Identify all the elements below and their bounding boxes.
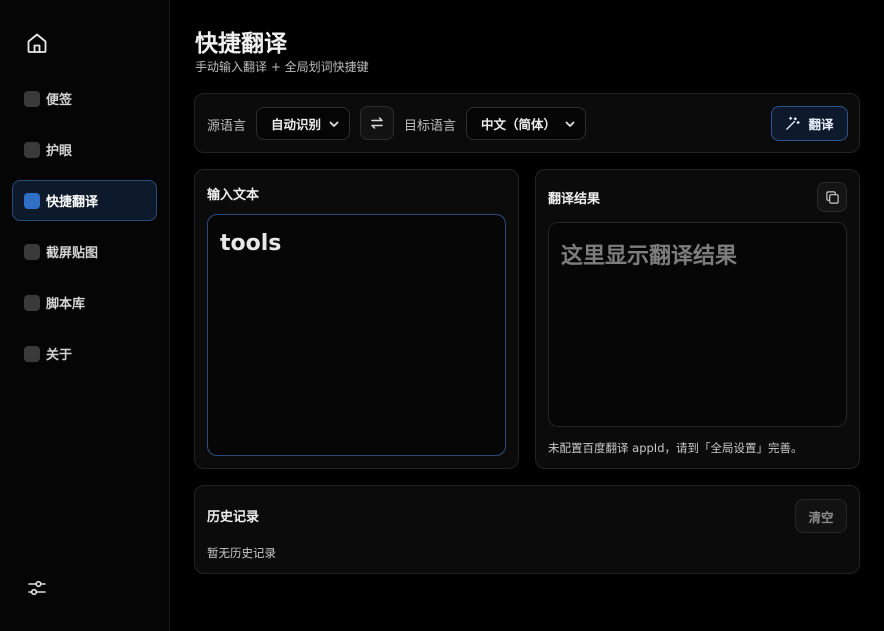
clear-history-button[interactable]: 清空 [795, 499, 847, 533]
translate-button-label: 翻译 [808, 117, 834, 132]
home-icon[interactable] [24, 30, 50, 56]
sidebar: 便签 护眼 快捷翻译 截屏贴图 脚本库 关于 [0, 0, 170, 631]
settings-sliders-icon[interactable] [26, 577, 48, 599]
sidebar-item-quick-translate[interactable]: 快捷翻译 [12, 180, 157, 221]
sidebar-item-label: 快捷翻译 [46, 195, 99, 210]
language-toolbar: 源语言 自动识别 目标语言 中文（简体） 翻译 [194, 93, 860, 153]
config-hint: 未配置百度翻译 appId，请到「全局设置」完善。 [548, 441, 803, 455]
target-language-select[interactable]: 中文（简体） [466, 107, 586, 140]
sidebar-item-script-library[interactable]: 脚本库 [12, 282, 157, 323]
history-panel: 历史记录 清空 暂无历史记录 [194, 485, 860, 574]
input-panel-title: 输入文本 [207, 188, 260, 203]
chevron-down-icon [565, 121, 575, 127]
sidebar-item-label: 关于 [46, 348, 73, 363]
history-title: 历史记录 [207, 510, 260, 525]
swap-icon [371, 117, 383, 129]
copy-button[interactable] [817, 182, 847, 212]
history-empty-text: 暂无历史记录 [207, 546, 276, 560]
sidebar-item-about[interactable]: 关于 [12, 333, 157, 374]
target-language-label: 目标语言 [404, 119, 457, 134]
source-language-label: 源语言 [207, 119, 247, 134]
sidebar-item-label: 脚本库 [46, 297, 86, 312]
output-panel: 翻译结果 这里显示翻译结果 未配置百度翻译 appId，请到「全局设置」完善。 [535, 169, 860, 469]
page-subtitle: 手动输入翻译 + 全局划词快捷键 [195, 60, 369, 74]
sidebar-item-icon [24, 141, 40, 158]
sidebar-item-label: 便签 [46, 93, 73, 108]
source-language-select[interactable]: 自动识别 [256, 107, 350, 140]
source-language-value: 自动识别 [271, 117, 322, 132]
sidebar-item-icon [24, 243, 40, 260]
magic-wand-icon [786, 116, 801, 130]
input-textarea[interactable]: tools [207, 214, 506, 456]
sidebar-item-icon [24, 90, 40, 107]
target-language-value: 中文（简体） [481, 117, 557, 132]
sidebar-item-icon [24, 192, 40, 209]
input-panel: 输入文本 tools [194, 169, 519, 469]
translate-button[interactable]: 翻译 [771, 106, 848, 141]
sidebar-item-icon [24, 345, 40, 362]
sidebar-item-notes[interactable]: 便签 [12, 78, 157, 119]
copy-icon [825, 190, 839, 204]
chevron-down-icon [329, 121, 339, 127]
swap-languages-button[interactable] [360, 106, 394, 140]
translation-result: 这里显示翻译结果 [548, 222, 847, 427]
sidebar-item-icon [24, 294, 40, 311]
output-panel-title: 翻译结果 [548, 192, 601, 207]
sidebar-item-screenshot-pin[interactable]: 截屏贴图 [12, 231, 157, 272]
sidebar-item-label: 护眼 [46, 144, 73, 159]
sidebar-item-label: 截屏贴图 [46, 246, 99, 261]
page-title: 快捷翻译 [195, 31, 287, 57]
sidebar-item-eye-care[interactable]: 护眼 [12, 129, 157, 170]
